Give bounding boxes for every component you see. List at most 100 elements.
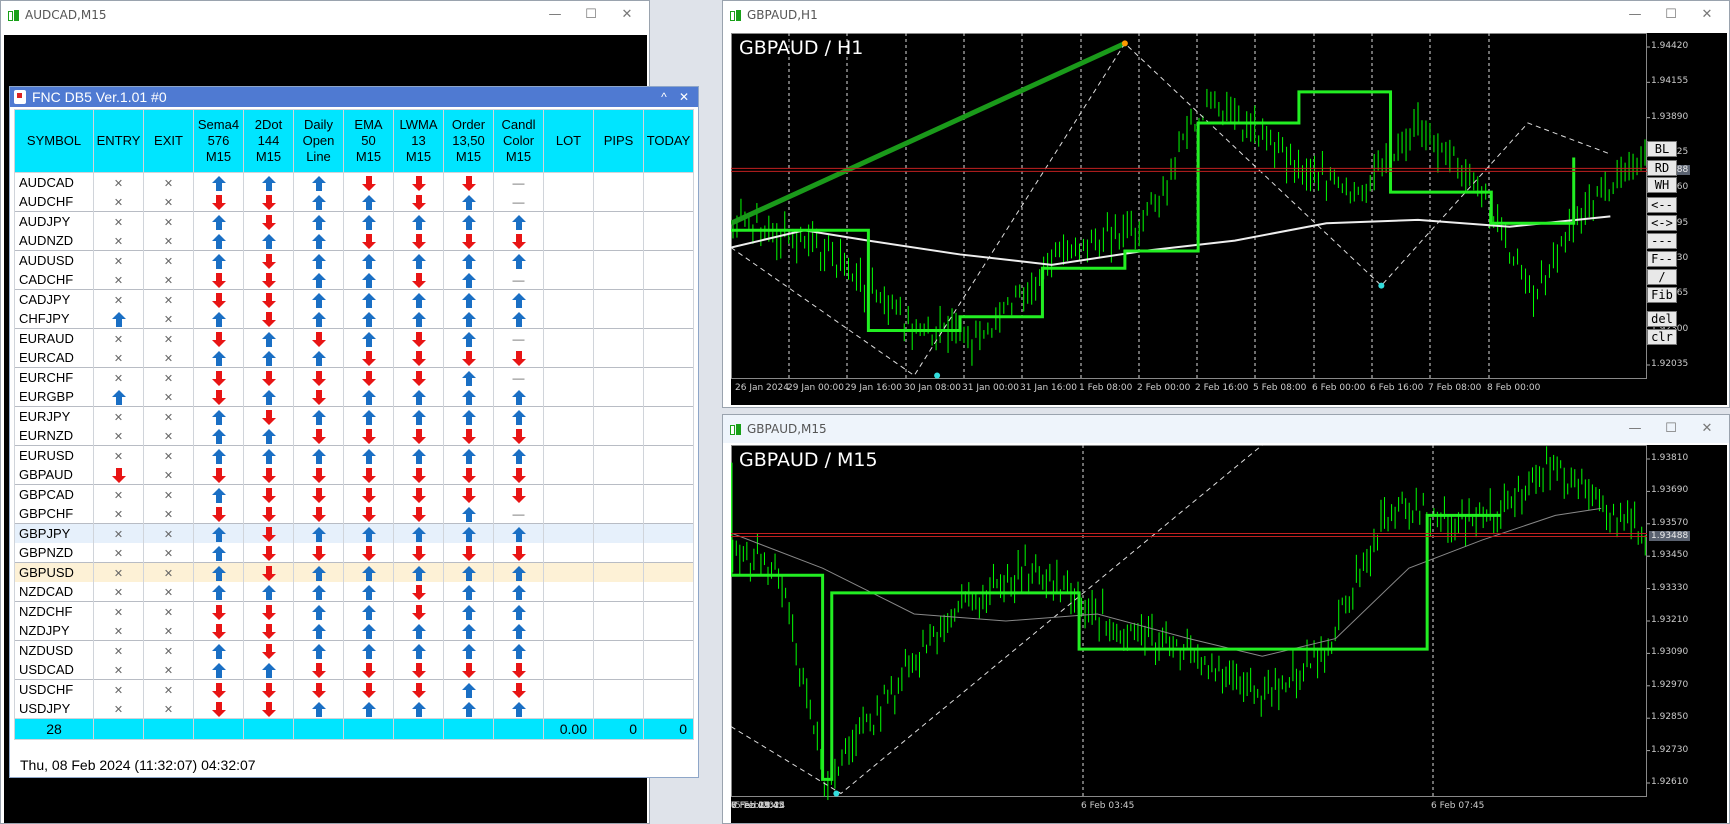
close-button[interactable]: ✕ — [609, 1, 645, 29]
tool-button[interactable]: --- — [1647, 233, 1677, 249]
table-row[interactable]: EURGBP ✕ — [14, 387, 694, 407]
table-row[interactable]: NZDUSD ✕ ✕ — [14, 640, 694, 660]
table-row[interactable]: GBPCAD ✕ ✕ — [14, 484, 694, 504]
h1-window-titlebar[interactable]: GBPAUD,H1 — ☐ ✕ — [723, 1, 1729, 29]
table-row[interactable]: GBPNZD ✕ ✕ — [14, 543, 694, 563]
column-header-line: 2Dot — [254, 117, 283, 132]
m15-chart-area[interactable]: GBPAUD / M15 1.93810 1.93690 1.93570 1.9345… — [731, 445, 1727, 823]
table-row[interactable]: GBPAUD ✕ — [14, 465, 694, 485]
symbol-cell[interactable]: EURGBP — [14, 387, 94, 407]
table-row[interactable]: EURUSD ✕ ✕ — [14, 445, 694, 465]
signal-cell — [343, 679, 394, 699]
table-row[interactable]: EURCAD ✕ ✕ — [14, 348, 694, 368]
table-row[interactable]: CADCHF ✕ ✕ — — [14, 270, 694, 290]
table-row[interactable]: AUDNZD ✕ ✕ — [14, 231, 694, 251]
symbol-cell[interactable]: NZDCAD — [14, 582, 94, 602]
symbol-cell[interactable]: USDJPY — [14, 699, 94, 719]
minimize-button[interactable]: — — [1617, 1, 1653, 29]
left-window-titlebar[interactable]: AUDCAD,M15 — ☐ ✕ — [1, 1, 649, 29]
symbol-cell[interactable]: USDCHF — [14, 679, 94, 699]
tool-button[interactable]: Fib — [1647, 287, 1677, 303]
symbol-cell[interactable]: EURJPY — [14, 406, 94, 426]
symbol-cell[interactable]: GBPJPY — [14, 523, 94, 543]
tool-button[interactable]: BL — [1647, 141, 1677, 157]
table-row[interactable]: USDCAD ✕ ✕ — [14, 660, 694, 680]
table-row[interactable]: AUDUSD ✕ ✕ — [14, 250, 694, 270]
pips-cell — [593, 426, 644, 446]
swing-point — [1121, 40, 1128, 47]
table-row[interactable]: EURJPY ✕ ✕ — [14, 406, 694, 426]
symbol-cell[interactable]: AUDUSD — [14, 250, 94, 270]
symbol-cell[interactable]: NZDJPY — [14, 621, 94, 641]
symbol-cell[interactable]: CHFJPY — [14, 309, 94, 329]
table-row[interactable]: AUDJPY ✕ ✕ — [14, 211, 694, 231]
symbol-cell[interactable]: GBPCAD — [14, 484, 94, 504]
table-row[interactable]: CHFJPY ✕ — [14, 309, 694, 329]
panel-titlebar[interactable]: FNC DB5 Ver.1.01 #0 ^ ✕ — [10, 87, 698, 107]
symbol-cell[interactable]: AUDCHF — [14, 192, 94, 212]
symbol-cell[interactable]: EURAUD — [14, 328, 94, 348]
tool-button[interactable]: <-> — [1647, 215, 1677, 231]
symbol-cell[interactable]: AUDNZD — [14, 231, 94, 251]
tool-button[interactable]: clr — [1647, 329, 1677, 345]
table-row[interactable]: GBPUSD ✕ ✕ — [14, 562, 694, 582]
table-row[interactable]: NZDCHF ✕ ✕ — [14, 601, 694, 621]
signal-cell — [243, 289, 294, 309]
table-row[interactable]: NZDCAD ✕ ✕ — [14, 582, 694, 602]
table-row[interactable]: NZDJPY ✕ ✕ — [14, 621, 694, 641]
h1-chart-window[interactable]: GBPAUD,H1 — ☐ ✕ GBPAUD / H1 1.94420 1.941… — [722, 0, 1730, 408]
exit-cell: ✕ — [143, 328, 194, 348]
h1-chart-area[interactable]: GBPAUD / H1 1.944201.941551.938901.93625… — [731, 33, 1727, 405]
symbol-cell[interactable]: USDCAD — [14, 660, 94, 680]
signal-cell — [193, 406, 244, 426]
table-row[interactable]: GBPCHF ✕ ✕ — — [14, 504, 694, 524]
table-row[interactable]: GBPJPY ✕ ✕ — [14, 523, 694, 543]
symbol-cell[interactable]: GBPNZD — [14, 543, 94, 563]
maximize-button[interactable]: ☐ — [1653, 415, 1689, 443]
symbol-cell[interactable]: EURUSD — [14, 445, 94, 465]
tool-button[interactable]: RD — [1647, 160, 1677, 176]
symbol-cell[interactable]: NZDCHF — [14, 601, 94, 621]
table-row[interactable]: USDJPY ✕ ✕ — [14, 699, 694, 719]
table-row[interactable]: EURNZD ✕ ✕ — [14, 426, 694, 446]
signal-cell — [243, 562, 294, 582]
symbol-cell[interactable]: CADJPY — [14, 289, 94, 309]
table-row[interactable]: CADJPY ✕ ✕ — [14, 289, 694, 309]
close-button[interactable]: ✕ — [1689, 415, 1725, 443]
close-button[interactable]: ✕ — [1689, 1, 1725, 29]
signal-cell — [393, 621, 444, 641]
symbol-cell[interactable]: EURNZD — [14, 426, 94, 446]
minimize-button[interactable]: — — [537, 1, 573, 29]
symbol-cell[interactable]: NZDUSD — [14, 640, 94, 660]
symbol-cell[interactable]: GBPCHF — [14, 504, 94, 524]
panel-close-button[interactable]: ✕ — [674, 87, 694, 107]
signal-cell — [493, 679, 544, 699]
symbol-cell[interactable]: EURCHF — [14, 367, 94, 387]
tool-button[interactable]: del — [1647, 311, 1677, 327]
fnc-dashboard-panel[interactable]: FNC DB5 Ver.1.01 #0 ^ ✕ SYMBOL ENTRY EXIT S… — [9, 86, 699, 778]
tool-button[interactable]: / — [1647, 269, 1677, 285]
symbol-cell[interactable]: EURCAD — [14, 348, 94, 368]
tool-button[interactable]: WH — [1647, 177, 1677, 193]
signal-cell — [443, 270, 494, 290]
signal-cell — [493, 582, 544, 602]
collapse-button[interactable]: ^ — [654, 87, 674, 107]
tool-button[interactable]: F-- — [1647, 251, 1677, 267]
table-row[interactable]: USDCHF ✕ ✕ — [14, 679, 694, 699]
table-row[interactable]: AUDCHF ✕ ✕ — — [14, 192, 694, 212]
table-row[interactable]: AUDCAD ✕ ✕ — — [14, 172, 694, 192]
symbol-cell[interactable]: GBPUSD — [14, 562, 94, 582]
table-row[interactable]: EURCHF ✕ ✕ — — [14, 367, 694, 387]
symbol-cell[interactable]: AUDCAD — [14, 172, 94, 192]
maximize-button[interactable]: ☐ — [573, 1, 609, 29]
symbol-cell[interactable]: AUDJPY — [14, 211, 94, 231]
tool-button[interactable]: <-- — [1647, 197, 1677, 213]
m15-chart-window[interactable]: GBPAUD,M15 — ☐ ✕ GBPAUD / M15 1.93810 1.9… — [722, 414, 1730, 824]
today-cell — [643, 426, 694, 446]
m15-window-titlebar[interactable]: GBPAUD,M15 — ☐ ✕ — [723, 415, 1729, 443]
table-row[interactable]: EURAUD ✕ ✕ — — [14, 328, 694, 348]
maximize-button[interactable]: ☐ — [1653, 1, 1689, 29]
minimize-button[interactable]: — — [1617, 415, 1653, 443]
symbol-cell[interactable]: CADCHF — [14, 270, 94, 290]
symbol-cell[interactable]: GBPAUD — [14, 465, 94, 485]
